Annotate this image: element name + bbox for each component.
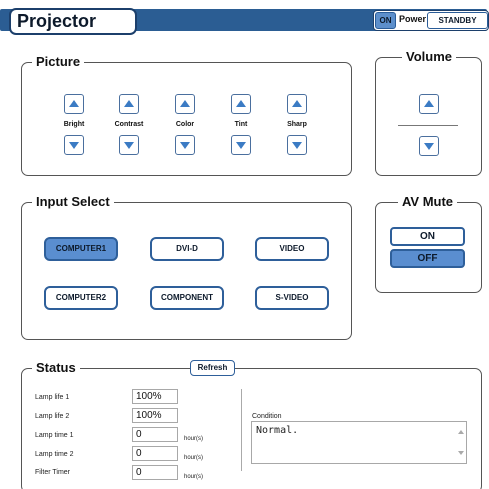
page-title: Projector xyxy=(9,8,137,35)
filter-timer-label: Filter Timer xyxy=(35,469,70,476)
tint-label: Tint xyxy=(234,121,248,128)
header-bar: Projector ON Power STANDBY xyxy=(0,0,489,38)
volume-legend: Volume xyxy=(402,49,456,65)
condition-text: Normal. xyxy=(256,425,299,436)
input-select-group: Input Select COMPUTER1 DVI-D VIDEO COMPU… xyxy=(21,194,352,340)
filter-timer-unit: hour(s) xyxy=(184,474,204,480)
condition-label: Condition xyxy=(252,413,282,420)
bright-label: Bright xyxy=(63,121,85,128)
down-arrow-icon xyxy=(424,143,434,150)
contrast-label: Contrast xyxy=(114,121,144,128)
tint-down-button[interactable] xyxy=(231,135,251,155)
lamp-life-2-field: 100% xyxy=(132,408,178,423)
scroll-down-icon[interactable] xyxy=(458,451,464,455)
condition-textarea[interactable]: Normal. xyxy=(251,421,467,464)
filter-timer-field: 0 xyxy=(132,465,178,480)
tint-up-button[interactable] xyxy=(231,94,251,114)
volume-up-button[interactable] xyxy=(419,94,439,114)
lamp-time-1-label: Lamp time 1 xyxy=(35,432,74,439)
lamp-life-1-field: 100% xyxy=(132,389,178,404)
sharp-label: Sharp xyxy=(287,121,307,128)
up-arrow-icon xyxy=(424,100,434,107)
power-standby-button[interactable]: STANDBY xyxy=(427,12,488,29)
lamp-time-1-unit: hour(s) xyxy=(184,436,204,442)
sharp-down-button[interactable] xyxy=(287,135,307,155)
down-arrow-icon xyxy=(180,142,190,149)
bright-up-button[interactable] xyxy=(64,94,84,114)
picture-group: Picture Bright Contrast Color Tint Sharp xyxy=(21,54,352,176)
input-component-button[interactable]: COMPONENT xyxy=(150,286,224,310)
down-arrow-icon xyxy=(69,142,79,149)
lamp-life-2-label: Lamp life 2 xyxy=(35,413,70,420)
volume-down-button[interactable] xyxy=(419,136,439,156)
av-mute-legend: AV Mute xyxy=(398,194,458,210)
contrast-down-button[interactable] xyxy=(119,135,139,155)
lamp-time-2-field: 0 xyxy=(132,446,178,461)
refresh-button[interactable]: Refresh xyxy=(190,360,235,376)
up-arrow-icon xyxy=(124,100,134,107)
lamp-time-2-label: Lamp time 2 xyxy=(35,451,74,458)
volume-group: Volume xyxy=(375,49,482,176)
input-video-button[interactable]: VIDEO xyxy=(255,237,329,261)
volume-divider xyxy=(398,125,458,126)
up-arrow-icon xyxy=(292,100,302,107)
contrast-up-button[interactable] xyxy=(119,94,139,114)
up-arrow-icon xyxy=(69,100,79,107)
power-on-button[interactable]: ON xyxy=(375,12,396,29)
input-dvi-d-button[interactable]: DVI-D xyxy=(150,237,224,261)
input-computer1-button[interactable]: COMPUTER1 xyxy=(44,237,118,261)
down-arrow-icon xyxy=(292,142,302,149)
down-arrow-icon xyxy=(236,142,246,149)
color-down-button[interactable] xyxy=(175,135,195,155)
scroll-up-icon[interactable] xyxy=(458,430,464,434)
bright-down-button[interactable] xyxy=(64,135,84,155)
lamp-time-1-field: 0 xyxy=(132,427,178,442)
picture-legend: Picture xyxy=(32,54,85,70)
input-select-legend: Input Select xyxy=(32,194,114,210)
lamp-time-2-unit: hour(s) xyxy=(184,455,204,461)
av-mute-on-button[interactable]: ON xyxy=(390,227,465,246)
status-group: Status Refresh Lamp life 1 100% Lamp lif… xyxy=(21,360,482,489)
status-legend: Status xyxy=(32,360,80,376)
input-s-video-button[interactable]: S-VIDEO xyxy=(255,286,329,310)
input-computer2-button[interactable]: COMPUTER2 xyxy=(44,286,118,310)
power-control: ON Power STANDBY xyxy=(373,10,489,31)
down-arrow-icon xyxy=(124,142,134,149)
lamp-life-1-label: Lamp life 1 xyxy=(35,394,70,401)
condition-scrollbar[interactable] xyxy=(455,422,466,463)
up-arrow-icon xyxy=(236,100,246,107)
color-up-button[interactable] xyxy=(175,94,195,114)
av-mute-group: AV Mute ON OFF xyxy=(375,194,482,293)
color-label: Color xyxy=(175,121,195,128)
av-mute-off-button[interactable]: OFF xyxy=(390,249,465,268)
power-label: Power xyxy=(399,14,427,24)
condition-divider xyxy=(241,389,242,471)
sharp-up-button[interactable] xyxy=(287,94,307,114)
up-arrow-icon xyxy=(180,100,190,107)
